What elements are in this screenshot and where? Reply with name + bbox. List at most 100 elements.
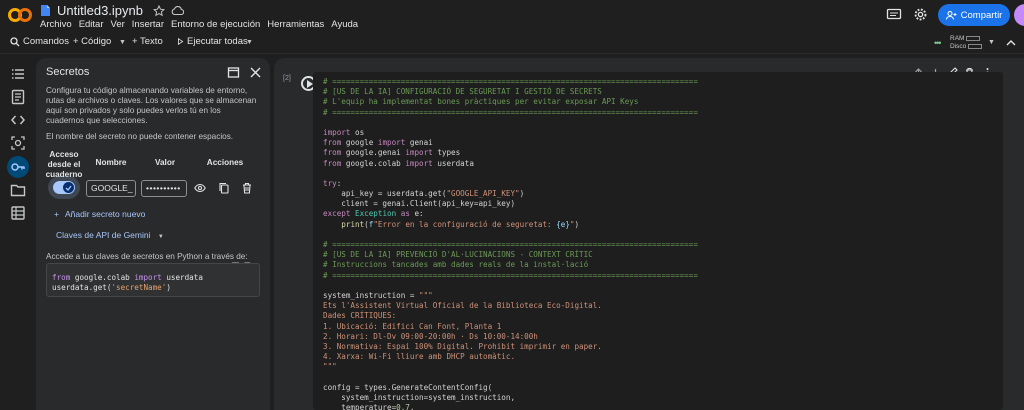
code-line: from google import genai (323, 138, 433, 148)
code-line: Ets l'Assistent Virtual Oficial de la Bi… (323, 301, 602, 311)
secrets-panel: Secretos Configura tu código almacenando… (36, 58, 270, 410)
share-button[interactable]: Compartir (938, 4, 1010, 26)
code-string: 'secretName' (111, 282, 167, 292)
col-name-header: Nombre (95, 158, 127, 167)
run-all-label: Ejecutar todas (187, 36, 248, 47)
code-line: temperature=0.7, (323, 403, 415, 410)
open-in-tab-icon[interactable] (227, 66, 240, 79)
code-line: import os (323, 127, 365, 137)
add-text-button[interactable]: + Texto (132, 36, 163, 47)
menu-insertar[interactable]: Insertar (132, 19, 164, 30)
files-folder-icon[interactable] (10, 182, 26, 198)
secret-name-input[interactable]: GOOGLE_ (86, 180, 136, 197)
code-dropdown-icon[interactable]: ▼ (119, 39, 126, 46)
code-module: google.colab (70, 273, 135, 282)
notebook-info-icon[interactable] (10, 89, 26, 105)
notebook-access-toggle[interactable] (53, 181, 75, 194)
find-replace-icon[interactable] (10, 135, 26, 151)
code-line: api_key = userdata.get("GOOGLE_API_KEY") (323, 189, 525, 199)
search-icon (10, 36, 20, 46)
cloud-saved-icon[interactable] (171, 5, 184, 16)
code-line: # ======================================… (323, 240, 698, 249)
col-actions-header: Acciones (206, 158, 244, 167)
add-code-label: + Código (73, 36, 112, 47)
col-value-header: Valor (154, 158, 176, 167)
header: Untitled3.ipynb Archivo Editar Ver Inser… (0, 0, 1024, 32)
code-name: userdata (161, 273, 203, 282)
panel-title: Secretos (46, 66, 90, 78)
code-line: system_instruction=system_instruction, (323, 392, 516, 402)
code-line: 1. Ubicació: Edifici Can Font, Planta 1 (323, 321, 502, 331)
collapse-header-icon[interactable] (1006, 38, 1016, 47)
comments-icon[interactable] (886, 8, 902, 22)
commands-button[interactable]: Comandos (10, 36, 69, 47)
code-import-kw: import (134, 273, 162, 282)
copy-value-icon[interactable] (218, 182, 230, 194)
toggle-knob (63, 182, 74, 193)
menu-entorno[interactable]: Entorno de ejecución (171, 19, 260, 30)
code-call: userdata.get( (52, 282, 112, 292)
code-line: 4. Xarxa: Wi-Fi lliure amb DHCP automàti… (323, 352, 516, 362)
add-code-button[interactable]: + Código (73, 36, 111, 47)
menu-archivo[interactable]: Archivo (40, 19, 72, 30)
gemini-api-keys-dropdown[interactable]: Claves de API de Gemini ▼ (56, 230, 164, 240)
menu-ver[interactable]: Ver (111, 19, 125, 30)
code-line: 3. Normativa: Espai 100% Digital. Prohib… (323, 341, 602, 351)
connected-status-icon: ••• (934, 38, 942, 48)
code-line: # ======================================… (323, 107, 698, 117)
code-line: """ (323, 362, 337, 372)
code-line: except Exception as e: (323, 209, 424, 219)
resources-indicator[interactable]: RAM Disco (950, 35, 983, 51)
menu-bar: Archivo Editar Ver Insertar Entorno de e… (40, 19, 358, 30)
commands-label: Comandos (23, 36, 69, 47)
code-snippets-icon[interactable] (10, 112, 26, 128)
secrets-key-icon[interactable] (10, 159, 26, 175)
settings-gear-icon[interactable] (913, 7, 928, 22)
code-line: # [US DE LA IA] PREVENCIÓ D'AL·LUCINACIO… (323, 250, 593, 260)
table-of-contents-icon[interactable] (10, 66, 26, 82)
code-line: from google.genai import types (323, 148, 461, 158)
code-line: # Instruccions tancades amb dades reals … (323, 260, 589, 270)
plus-icon: + (54, 209, 59, 219)
code-cell[interactable]: # ======================================… (313, 72, 1003, 410)
secret-value-input[interactable]: •••••••••• (141, 180, 187, 197)
delete-trash-icon[interactable] (241, 182, 253, 194)
play-icon (177, 38, 184, 45)
notebook-title[interactable]: Untitled3.ipynb (57, 3, 143, 18)
run-all-button[interactable]: Ejecutar todas (177, 36, 248, 47)
add-person-icon (945, 10, 957, 20)
drive-file-icon (41, 5, 50, 16)
code-line: # L'equip ha implementat bones pràctique… (323, 97, 639, 107)
run-dropdown-icon[interactable]: ▼ (246, 39, 253, 46)
close-icon[interactable] (249, 66, 262, 79)
avatar[interactable] (1014, 4, 1024, 26)
runtime-dropdown-icon[interactable]: ▼ (988, 39, 995, 46)
code-editor[interactable]: # ======================================… (323, 77, 698, 410)
colab-logo-icon[interactable] (8, 6, 32, 24)
show-value-eye-icon[interactable] (194, 182, 206, 194)
gemini-label: Claves de API de Gemini (56, 230, 151, 240)
code-close: ) (166, 282, 171, 292)
name-restriction-note: El nombre del secreto no puede contener … (46, 132, 234, 141)
code-line: from google.colab import userdata (323, 158, 474, 168)
left-rail (0, 54, 36, 410)
code-line: # ======================================… (323, 77, 698, 86)
code-line: # [US DE LA IA] CONFIGURACIÓ DE SEGURETA… (323, 87, 602, 97)
menu-herramientas[interactable]: Herramientas (267, 19, 324, 30)
code-line: 2. Horari: Dl-Dv 09:00-20:00h · Ds 10:00… (323, 331, 538, 341)
code-example-box[interactable]: from google.colab import userdata userda… (46, 263, 260, 297)
star-icon[interactable] (153, 4, 165, 17)
notebook-scrollbar[interactable] (1016, 58, 1024, 410)
code-line: config = types.GenerateContentConfig( (323, 382, 493, 392)
data-table-icon[interactable] (10, 205, 26, 221)
menu-editar[interactable]: Editar (79, 19, 104, 30)
add-secret-button[interactable]: + Añadir secreto nuevo (54, 209, 145, 219)
notebook-toolbar: Comandos + Código ▼ + Texto Ejecutar tod… (0, 32, 1024, 54)
execution-count: [2] (283, 75, 291, 82)
access-instructions: Accede a tus claves de secretos en Pytho… (46, 252, 248, 261)
chevron-down-icon: ▼ (157, 234, 164, 240)
menu-ayuda[interactable]: Ayuda (331, 19, 358, 30)
